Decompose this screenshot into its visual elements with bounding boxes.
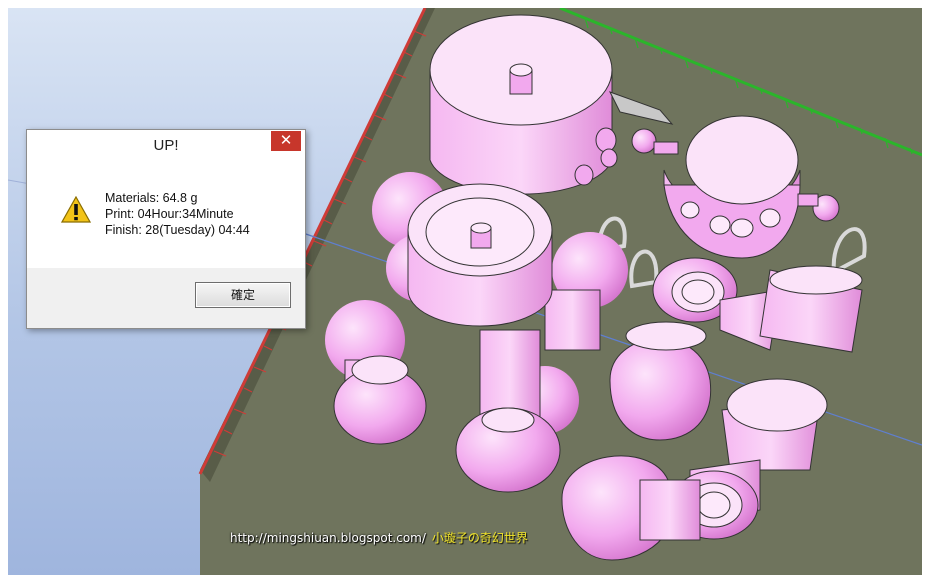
- model-hip-cylinder: [407, 183, 553, 327]
- dialog-titlebar[interactable]: UP! ✕: [27, 130, 305, 160]
- dialog-title: UP!: [153, 137, 179, 154]
- ok-button[interactable]: 確定: [195, 282, 291, 308]
- watermark-url: http://mingshiuan.blogspot.com/: [230, 531, 426, 545]
- dialog-body: Materials: 64.8 g Print: 04Hour:34Minute…: [27, 160, 305, 266]
- dialog-message: Materials: 64.8 g Print: 04Hour:34Minute…: [105, 190, 250, 238]
- up-dialog: UP! ✕ Materials: 64.8 g Print: 04Hour:34…: [26, 129, 306, 329]
- materials-text: Materials: 64.8 g: [105, 191, 198, 205]
- dialog-footer: 確定: [27, 268, 305, 328]
- warning-icon: [61, 196, 91, 223]
- watermark-site-name: 小璇子の奇幻世界: [431, 531, 528, 545]
- close-icon[interactable]: ✕: [271, 131, 301, 151]
- print-time-text: Print: 04Hour:34Minute: [105, 207, 234, 221]
- watermark: http://mingshiuan.blogspot.com/小璇子の奇幻世界: [230, 529, 528, 546]
- finish-time-text: Finish: 28(Tuesday) 04:44: [105, 223, 250, 237]
